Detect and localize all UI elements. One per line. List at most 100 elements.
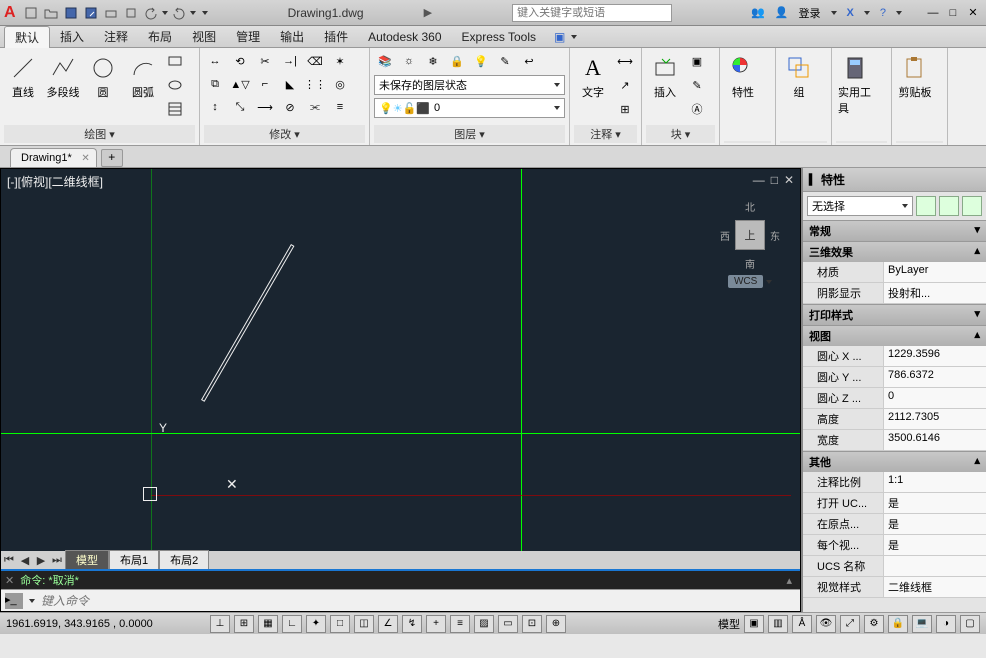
layer-dropdown[interactable]: 💡☀🔓⬛ 0 [374,98,565,118]
workspace-icon[interactable]: ⚙ [864,615,884,633]
utilities-button[interactable]: 实用工具 [836,50,874,120]
group-button[interactable]: 组 [780,50,818,104]
stretch-icon[interactable]: ↕ [204,96,226,118]
offset-icon[interactable]: ◎ [329,73,351,95]
new-icon[interactable] [22,4,40,22]
file-tab[interactable]: Drawing1* ✕ [10,148,97,167]
tab-prev-icon[interactable]: ◀ [17,554,33,567]
layout2-tab[interactable]: 布局2 [159,550,209,570]
layer-freeze-icon[interactable]: ❄ [422,50,444,72]
vp-maximize-icon[interactable]: □ [771,173,778,187]
align-icon[interactable]: ≡ [329,96,351,118]
layer-state-dropdown[interactable]: 未保存的图层状态 [374,75,565,95]
command-input[interactable] [41,594,796,608]
vp-minimize-icon[interactable]: — [753,173,765,187]
coordinate-readout[interactable]: 1961.6919, 343.9165 , 0.0000 [6,618,206,630]
prop-eachview[interactable]: 每个视...是 [803,535,986,556]
layer-lock-icon[interactable]: 🔒 [446,50,468,72]
cat-general[interactable]: 常规▾ [803,220,986,241]
quickview-drawings-icon[interactable]: ▥ [768,615,788,633]
array-icon[interactable]: ⋮⋮ [304,73,326,95]
annovisibility-icon[interactable]: 👁 [816,615,836,633]
move-icon[interactable]: ↔ [204,50,226,72]
open-icon[interactable] [42,4,60,22]
panel-title-annotation[interactable]: 注释 ▾ [574,125,637,143]
panel-title-block[interactable]: 块 ▾ [646,125,715,143]
layout1-tab[interactable]: 布局1 [109,550,159,570]
clipboard-button[interactable]: 剪贴板 [896,50,934,104]
cat-plot[interactable]: 打印样式▾ [803,304,986,325]
edit-block-icon[interactable]: ✎ [686,74,708,96]
infocenter-icon[interactable]: 👥 [751,6,765,19]
prop-width[interactable]: 宽度3500.6146 [803,430,986,451]
polyline-button[interactable]: 多段线 [44,50,82,104]
exchange-dropdown-icon[interactable] [864,11,870,15]
properties-button[interactable]: 特性 [724,50,762,104]
fillet-icon[interactable]: ⌐ [254,73,276,95]
quickselect-icon[interactable] [916,196,936,216]
explode-icon[interactable]: ✶ [329,50,351,72]
layer-match-icon[interactable]: ✎ [494,50,516,72]
polar-icon[interactable]: ✦ [306,615,326,633]
grid-icon[interactable]: ▦ [258,615,278,633]
command-menu-icon[interactable] [29,599,35,603]
redo-dropdown-icon[interactable] [190,11,196,15]
trim-icon[interactable]: ✂ [254,50,276,72]
rotate-icon[interactable]: ⟲ [229,50,251,72]
close-button[interactable]: ✕ [964,4,982,22]
prop-material[interactable]: 材质ByLayer [803,262,986,283]
select-objects-icon[interactable] [939,196,959,216]
layer-iso-icon[interactable]: ☼ [398,50,420,72]
join-icon[interactable]: ⫘ [304,96,326,118]
signin-icon[interactable]: 👤 [775,6,789,19]
drawn-line-entity[interactable] [201,244,294,402]
prop-openucs[interactable]: 打开 UC...是 [803,493,986,514]
tab-insert[interactable]: 插入 [50,26,94,47]
otrack-icon[interactable]: ∠ [378,615,398,633]
snap-icon[interactable]: ⊞ [234,615,254,633]
view-cube[interactable]: 北 西上东 南 WCS [720,199,780,279]
vp-close-icon[interactable]: ✕ [784,173,794,187]
minimize-button[interactable]: — [924,4,942,22]
print-icon[interactable] [122,4,140,22]
drawing-viewport[interactable]: [-][俯视][二维线框] — □ ✕ 北 西上东 南 WCS ✕ Y ⏮ ◀ … [0,168,801,612]
cat-3d[interactable]: 三维效果▴ [803,241,986,262]
lwt-icon[interactable]: ≡ [450,615,470,633]
prop-annoscale[interactable]: 注释比例1:1 [803,472,986,493]
cleanscreen-icon[interactable]: ▢ [960,615,980,633]
command-prompt-icon[interactable]: ▸_ [5,593,23,609]
prop-height[interactable]: 高度2112.7305 [803,409,986,430]
qp-icon[interactable]: ▭ [498,615,518,633]
prop-cx[interactable]: 圆心 X ...1229.3596 [803,346,986,367]
help-dropdown-icon[interactable] [896,11,902,15]
chamfer-icon[interactable]: ◣ [279,73,301,95]
cat-view[interactable]: 视图▴ [803,325,986,346]
saveas-icon[interactable] [82,4,100,22]
arc-button[interactable]: 圆弧 [124,50,162,104]
tab-a360[interactable]: Autodesk 360 [358,28,451,46]
transparency-icon[interactable]: ▨ [474,615,494,633]
wcs-badge[interactable]: WCS [728,275,763,288]
plot-icon[interactable] [102,4,120,22]
osnap-icon[interactable]: □ [330,615,350,633]
signin-dropdown-icon[interactable] [831,11,837,15]
panel-title-modify[interactable]: 修改 ▾ [204,125,365,143]
lengthen-icon[interactable]: ⟶ [254,96,276,118]
dimension-icon[interactable]: ⟷ [614,50,636,72]
modelspace-label[interactable]: 模型 [718,616,740,632]
break-icon[interactable]: ⊘ [279,96,301,118]
prop-ucsname[interactable]: UCS 名称 [803,556,986,577]
layer-off-icon[interactable]: 💡 [470,50,492,72]
cmd-recent-icon[interactable]: ▴ [782,574,796,587]
viewport-label[interactable]: [-][俯视][二维线框] [7,173,103,190]
tab-view[interactable]: 视图 [182,26,226,47]
save-icon[interactable] [62,4,80,22]
tab-default[interactable]: 默认 [4,26,50,48]
copy-icon[interactable]: ⧉ [204,73,226,95]
mirror-icon[interactable]: ▲▽ [229,73,251,95]
panel-title-layers[interactable]: 图层 ▾ [374,125,565,143]
maximize-button[interactable]: □ [944,4,962,22]
toggle-pick-icon[interactable] [962,196,982,216]
ribbon-minimize-icon[interactable] [571,35,577,39]
isolate-icon[interactable]: ◑ [936,615,956,633]
